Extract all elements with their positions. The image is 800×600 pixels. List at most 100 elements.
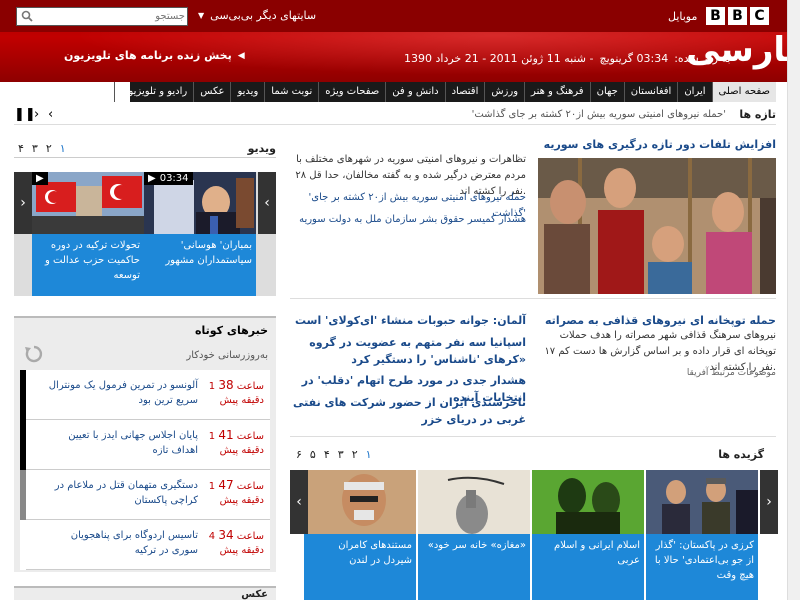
selected-thumbnail[interactable] (646, 470, 758, 534)
nav-item-home[interactable]: صفحه اصلی (711, 82, 776, 102)
item-minutes: 38 (218, 378, 234, 392)
ticker-headline[interactable]: 'حمله نیروهای امنیتی سوریه بیش از۲۰ کشته… (472, 109, 726, 120)
pause-icon[interactable]: ❚❚ (14, 107, 36, 122)
video-thumbnail[interactable]: ▶ 03:34 (144, 172, 256, 234)
top-story-related-link[interactable]: هشدار کمیسر حقوق بشر سازمان ملل به دولت … (290, 212, 526, 228)
play-icon: ◀ (237, 50, 245, 61)
search-input[interactable] (37, 8, 185, 25)
selected-thumbnail[interactable] (304, 470, 416, 534)
selected-pagination: ۶ ۵ ۴ ۳ ۲ ۱ (296, 448, 372, 461)
date-line: به روز شده: 03:34 گرینویچ - شنبه 11 ژوئن… (404, 52, 731, 65)
nav-item-special[interactable]: صفحات ویژه (318, 82, 385, 102)
selected-caption[interactable]: مستندهای کامران شیردل در لندن (304, 534, 416, 600)
selected-page-5[interactable]: ۵ (310, 448, 316, 461)
short-news-item[interactable]: 1 ساعت 47 دقیقه پیش دستگیری متهمان قتل د… (20, 470, 270, 520)
selected-caption[interactable]: اسلام ایرانی و اسلام عربی (532, 534, 644, 600)
short-news-item[interactable]: 4 ساعت 34 دقیقه پیش تاسیس اردوگاه برای پ… (20, 520, 270, 570)
video-page-4[interactable]: ۴ (18, 142, 24, 155)
date-text: - شنبه 11 ژوئن 2011 - 21 خرداد 1390 (404, 52, 594, 65)
carousel-next-button[interactable]: › (760, 470, 778, 534)
mobile-link[interactable]: موبایل (668, 10, 697, 23)
nav-item-radio-tv[interactable]: رادیو و تلویزیون (114, 82, 193, 102)
nav-item-culture[interactable]: فرهنگ و هنر (524, 82, 590, 102)
short-news-item[interactable]: 1 ساعت 41 دقیقه پیش پایان اجلاس جهانی ای… (20, 420, 270, 470)
selected-page-2[interactable]: ۲ (352, 448, 358, 461)
nav-item-photo[interactable]: عکس (193, 82, 230, 102)
nav-item-world[interactable]: جهان (589, 82, 624, 102)
item-marker (20, 420, 26, 470)
video-caption[interactable]: 'بمباران' هوسانی سیاستمداران مشهور (144, 234, 256, 296)
search-icon[interactable] (21, 10, 33, 22)
selected-thumbnail[interactable] (418, 470, 530, 534)
video-page-2[interactable]: ۲ (46, 142, 52, 155)
item-marker (20, 370, 26, 420)
story-title[interactable]: حمله توپخانه ای نیروهای قذافی به مصراته (540, 312, 776, 329)
top-story-image[interactable] (538, 158, 776, 294)
short-news-title: خبرهای کوتاه (195, 324, 268, 337)
story-related-topics[interactable]: موضوعات مرتبط آفریقا (540, 368, 776, 378)
nav-item-video[interactable]: ویدیو (230, 82, 264, 102)
chevron-down-icon: ▼ (198, 11, 205, 20)
section-divider (290, 298, 776, 299)
other-sites-dropdown[interactable]: ▼ سایتهای دیگر بی‌بی‌سی (198, 9, 316, 22)
selected-item[interactable]: مستندهای کامران شیردل در لندن (304, 470, 416, 600)
selected-item[interactable]: کرزی در پاکستان: 'گذار از جو بی‌اعتمادی'… (646, 470, 758, 600)
video-page-3[interactable]: ۳ (32, 142, 38, 155)
story-headline-link[interactable]: آلمان: جوانه حبوبات منشاء 'ای‌کولای' است (290, 312, 526, 329)
selected-caption[interactable]: کرزی در پاکستان: 'گذار از جو بی‌اعتمادی'… (646, 534, 758, 600)
selected-page-1[interactable]: ۱ (366, 448, 372, 461)
video-pagination: ۴ ۳ ۲ ۱ (18, 142, 66, 155)
item-hours: 1 ساعت (208, 481, 264, 492)
video-section-title[interactable]: ویدیو (248, 142, 276, 155)
nav-item-afghanistan[interactable]: افغانستان (623, 82, 678, 102)
carousel-prev-button[interactable]: › (14, 172, 32, 234)
live-tv-link[interactable]: پخش زنده برنامه های تلویزیون ◀ (64, 49, 245, 62)
top-story-title[interactable]: افزایش تلفات دور تازه درگیری های سوریه (540, 138, 776, 151)
bbc-logo[interactable]: B B C (706, 7, 769, 25)
item-timestamp: 4 ساعت 34 دقیقه پیش (209, 528, 264, 558)
selected-item[interactable]: اسلام ایرانی و اسلام عربی (532, 470, 644, 600)
video-duration: ▶ 03:34 (144, 172, 193, 185)
item-headline[interactable]: دستگیری متهمان قتل در ملاعام در کراچی پا… (48, 478, 198, 508)
search-box[interactable] (16, 7, 188, 26)
item-headline[interactable]: تاسیس اردوگاه برای پناهجویان سوری در ترک… (48, 528, 198, 558)
selected-page-3[interactable]: ۳ (338, 448, 344, 461)
story-headline-link[interactable]: ناخرسندی ایران از حضور شرکت های نفتی غرب… (290, 394, 526, 428)
page-scrollbar[interactable] (787, 0, 800, 600)
nav-item-science[interactable]: دانش و فن (385, 82, 444, 102)
video-caption[interactable]: تحولات ترکیه در دوره حاکمیت حزب عدالت و … (32, 234, 144, 296)
item-ago: دقیقه پیش (219, 495, 264, 506)
video-item[interactable]: ▶ تحولات ترکیه در دوره حاکمیت حزب عدالت … (32, 172, 144, 296)
selected-carousel: کرزی در پاکستان: 'گذار از جو بی‌اعتمادی'… (290, 470, 778, 600)
photo-box-title[interactable]: عکس (241, 589, 268, 600)
item-headline[interactable]: پایان اجلاس جهانی ایدز با تعیین اهداف تا… (48, 428, 198, 458)
item-timestamp: 1 ساعت 38 دقیقه پیش (209, 378, 264, 408)
story-headline-link[interactable]: اسپانیا سه نفر متهم به عضویت در گروه «کر… (290, 334, 526, 368)
short-news-item[interactable]: 1 ساعت 38 دقیقه پیش آلونسو در تمرین فرمو… (20, 370, 270, 420)
nav-item-iran[interactable]: ایران (677, 82, 711, 102)
updated-label: به روز شده: (674, 52, 731, 65)
carousel-prev-button[interactable]: ‹ (290, 470, 308, 534)
bbc-logo-letter: C (750, 7, 769, 25)
selected-thumbnail[interactable] (532, 470, 644, 534)
item-ago: دقیقه پیش (219, 395, 264, 406)
video-item[interactable]: ▶ 03:34 'بمباران' هوسانی سیاستمداران مشه… (144, 172, 256, 296)
chevron-right-icon[interactable]: › (34, 107, 39, 122)
nav-item-economy[interactable]: اقتصاد (444, 82, 485, 102)
selected-page-4[interactable]: ۴ (324, 448, 330, 461)
news-ticker: تازه ها 'حمله نیروهای امنیتی سوریه بیش ا… (14, 105, 776, 125)
short-news-box: خبرهای کوتاه به‌روزرسانی خودکار 1 ساعت 3… (14, 316, 276, 572)
selected-page-6[interactable]: ۶ (296, 448, 302, 461)
nav-item-your-turn[interactable]: نوبت شما (264, 82, 318, 102)
selected-item[interactable]: «مغازه» خانه سر خود» (418, 470, 530, 600)
video-thumbnail[interactable]: ▶ (32, 172, 144, 234)
item-timestamp: 1 ساعت 41 دقیقه پیش (209, 428, 264, 458)
video-page-1[interactable]: ۱ (60, 142, 66, 155)
chevron-left-icon[interactable]: ‹ (48, 107, 53, 122)
carousel-next-button[interactable]: ‹ (258, 172, 276, 234)
nav-item-sport[interactable]: ورزش (484, 82, 524, 102)
selected-thumbnail-image (304, 470, 416, 534)
selected-caption[interactable]: «مغازه» خانه سر خود» (418, 534, 530, 600)
refresh-icon[interactable] (24, 344, 44, 364)
item-headline[interactable]: آلونسو در تمرین فرمول یک مونترال سریع تر… (48, 378, 198, 408)
